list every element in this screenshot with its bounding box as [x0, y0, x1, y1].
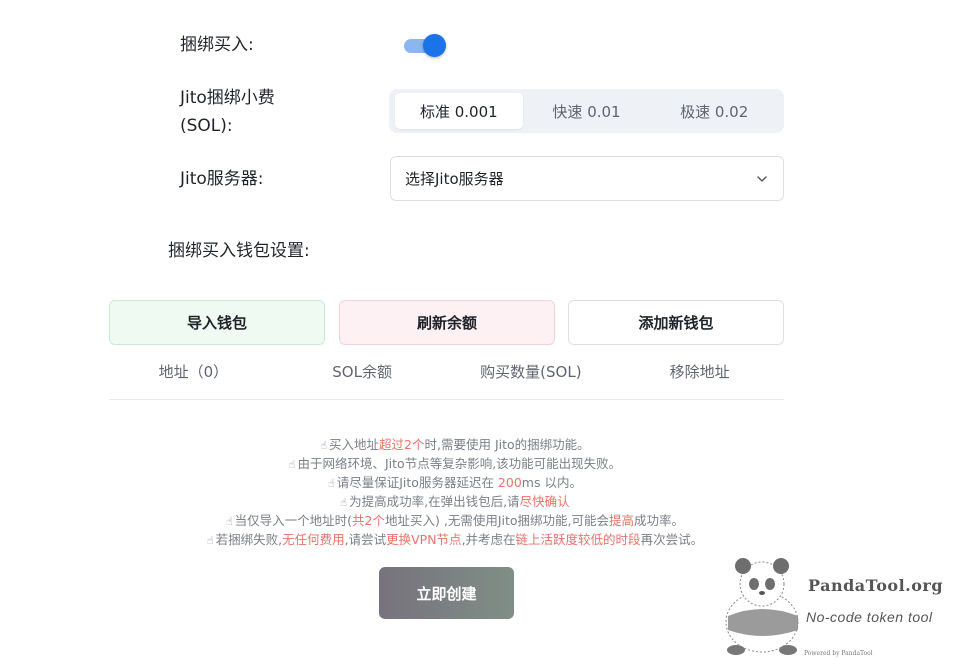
tip-text: 由于网络环境、Jito节点等复杂影响,该功能可能出现失败。 [297, 456, 622, 471]
tip-line: ☝ 买入地址超过2个时,需要使用 Jito的捆绑功能。 [100, 436, 810, 455]
pandatool-watermark: PandaTool.org No-code token tool Powered… [712, 548, 962, 672]
fee-option-fast[interactable]: 快速 0.01 [523, 93, 651, 129]
pointer-hand-icon: ☝ [340, 496, 348, 509]
pointer-hand-icon: ☝ [288, 458, 296, 471]
tip-text: 买入地址 [329, 437, 380, 452]
jito-server-select[interactable]: 选择Jito服务器 [390, 156, 784, 201]
tip-text: 请尽量保证Jito服务器延迟在 [336, 475, 498, 490]
refresh-balance-button[interactable]: 刷新余额 [339, 300, 555, 345]
fee-option-turbo[interactable]: 极速 0.02 [650, 93, 778, 129]
bundle-buy-toggle[interactable] [404, 33, 446, 57]
add-wallet-button[interactable]: 添加新钱包 [568, 300, 784, 345]
pointer-hand-icon: ☝ [225, 515, 233, 528]
tip-line: ☝ 当仅导入一个地址时(共2个地址买入) ,无需使用Jito捆绑功能,可能会提高成… [100, 512, 810, 531]
tip-text: ,并考虑在 [461, 532, 516, 547]
column-sol-balance: SOL余额 [332, 363, 392, 381]
tips-list: ☝ 买入地址超过2个时,需要使用 Jito的捆绑功能。 ☝ 由于网络环境、Jito节点… [100, 436, 810, 550]
tip-highlight: 200 [497, 475, 522, 490]
wallet-settings-label: 捆绑买入钱包设置: [168, 241, 310, 261]
tip-highlight: 尽快确认 [519, 494, 570, 509]
tip-text: 时,需要使用 Jito的捆绑功能。 [424, 437, 590, 452]
tip-highlight: 链上活跃度较低的时段 [515, 532, 641, 547]
jito-server-placeholder: 选择Jito服务器 [405, 170, 504, 188]
column-address: 地址（0） [158, 363, 229, 381]
tip-text: 再次尝试。 [640, 532, 704, 547]
tip-text: ms 以内。 [521, 475, 582, 490]
tip-text: 地址买入) ,无需使用Jito捆绑功能,可能会 [385, 513, 610, 528]
tip-highlight: 更换VPN节点 [386, 532, 462, 547]
jito-server-label: Jito服务器: [180, 169, 264, 189]
column-remove: 移除地址 [669, 363, 730, 381]
pointer-hand-icon: ☝ [206, 534, 214, 547]
watermark-slogan: No-code token tool [806, 609, 933, 625]
wallet-table-header: 地址（0） SOL余额 购买数量(SOL) 移除地址 [109, 355, 784, 400]
watermark-powered: Powered by PandaTool [804, 650, 873, 657]
tip-text: 若捆绑失败, [215, 532, 283, 547]
tip-line: ☝ 为提高成功率,在弹出钱包后,请尽快确认 [100, 493, 810, 512]
pointer-hand-icon: ☝ [320, 439, 328, 452]
tip-highlight: 超过2个 [379, 437, 425, 452]
pointer-hand-icon: ☝ [328, 477, 335, 490]
import-wallet-button[interactable]: 导入钱包 [109, 300, 325, 345]
create-button[interactable]: 立即创建 [379, 567, 514, 619]
jito-fee-selector: 标准 0.001 快速 0.01 极速 0.02 [389, 89, 784, 133]
fee-option-standard[interactable]: 标准 0.001 [395, 93, 523, 129]
watermark-brand: PandaTool.org [808, 576, 944, 595]
tip-line: ☝ 由于网络环境、Jito节点等复杂影响,该功能可能出现失败。 [100, 455, 810, 474]
jito-fee-label: Jito捆绑小费(SOL): [180, 88, 275, 136]
tip-text: 当仅导入一个地址时( [234, 513, 353, 528]
tip-text: ,请尝试 [344, 532, 387, 547]
tip-highlight: 共2个 [352, 513, 385, 528]
bundle-buy-label: 捆绑买入: [180, 35, 254, 55]
toggle-knob [423, 34, 446, 57]
tip-text: 为提高成功率,在弹出钱包后,请 [349, 494, 520, 509]
tip-highlight: 提高 [609, 513, 635, 528]
chevron-down-icon [757, 175, 767, 182]
tip-line: ☝ 请尽量保证Jito服务器延迟在 200ms 以内。 [100, 474, 810, 493]
panda-logo-icon [725, 558, 799, 655]
tip-text: 成功率。 [634, 513, 685, 528]
tip-highlight: 无任何费用 [282, 532, 345, 547]
tip-line: ☝ 若捆绑失败,无任何费用,请尝试更换VPN节点,并考虑在链上活跃度较低的时段再次… [100, 531, 810, 550]
column-buy-amount: 购买数量(SOL) [480, 363, 582, 381]
